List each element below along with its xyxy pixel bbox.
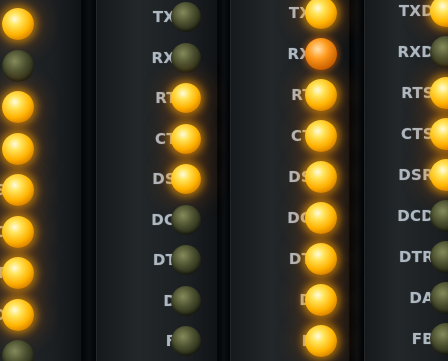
status-led-icon [171, 123, 201, 154]
indicator-row: B [0, 340, 82, 361]
indicator-row: RXD [230, 38, 350, 70]
signal-label: TXD [398, 2, 434, 20]
panel-gap-3 [350, 0, 364, 361]
status-led-icon [2, 174, 34, 206]
indicator-row: D [0, 49, 82, 82]
indicator-row: SR [0, 174, 82, 206]
status-led-icon [2, 132, 34, 165]
indicator-row: DCD [230, 202, 350, 234]
indicator-row: RXD [96, 42, 218, 73]
status-led-icon [171, 326, 201, 356]
indicator-row: D [0, 8, 82, 40]
indicator-panel-1: DDSSSRCDTRDAB [0, 0, 82, 361]
indicator-row: DA [96, 285, 218, 316]
status-led-icon [171, 164, 201, 194]
signal-label: DCD [397, 207, 434, 225]
indicator-row: TR [0, 257, 82, 289]
indicator-row: DSR [96, 164, 218, 194]
indicator-row: TXD [364, 0, 448, 27]
signal-label: DA [409, 289, 434, 307]
signal-label: RXD [397, 43, 434, 61]
indicator-panel-3: TXD RXD RTS CTS DSR DCD DTR DA FB [230, 0, 350, 361]
indicator-row: DSR [364, 159, 448, 191]
status-led-icon [305, 202, 337, 234]
indicator-row: DCD [96, 204, 218, 235]
status-led-icon [305, 325, 337, 357]
indicator-row: DCD [364, 200, 448, 232]
status-led-icon [171, 42, 201, 73]
indicator-row: DSR [230, 161, 350, 193]
indicator-row: DA [0, 298, 82, 331]
indicator-row: TXD [230, 0, 350, 29]
indicator-panel-4: TXD RXD RTS CTS DSR DCD DTR DA FB [364, 0, 448, 361]
status-led-icon [305, 0, 337, 29]
status-led-icon [2, 257, 34, 289]
indicator-row: S [0, 132, 82, 165]
indicator-row: RTS [96, 83, 218, 113]
indicator-row: CTS [364, 118, 448, 150]
status-led-icon [305, 243, 337, 275]
signal-label: DTR [398, 248, 434, 266]
status-led-icon [171, 245, 201, 275]
status-led-icon [2, 8, 34, 40]
indicator-row: FB [230, 325, 350, 357]
indicator-row: CTS [230, 120, 350, 152]
panel-gap-1 [82, 0, 96, 361]
panel-gap-2 [218, 0, 230, 361]
signal-label: FB [411, 330, 434, 348]
status-led-icon [171, 83, 201, 113]
indicator-row: DA [230, 284, 350, 316]
status-led-icon [305, 79, 337, 111]
status-led-icon [305, 161, 337, 193]
indicator-row: DTR [364, 241, 448, 273]
status-led-icon [305, 38, 337, 70]
indicator-row: RXD [364, 36, 448, 68]
status-led-icon [2, 298, 34, 331]
indicator-panel-2: TXD RXD RTS CTS DSR DCD DTR DA FB [96, 0, 218, 361]
indicator-row: FB [96, 326, 218, 356]
indicator-row: RTS [364, 77, 448, 109]
status-led-icon [305, 120, 337, 152]
status-led-icon [2, 215, 34, 248]
indicator-row: FB [364, 323, 448, 355]
signal-label: CTS [401, 125, 434, 143]
indicator-row: TXD [96, 2, 218, 32]
indicator-row: RTS [230, 79, 350, 111]
serial-status-indicator-photo: DDSSSRCDTRDABTXDRXDRTSCTSDSRDCDDTRDAFBTX… [0, 0, 448, 361]
status-led-icon [171, 285, 201, 316]
status-led-icon [171, 204, 201, 235]
indicator-row: S [0, 91, 82, 123]
status-led-icon [171, 2, 201, 32]
status-led-icon [2, 91, 34, 123]
indicator-row: CD [0, 215, 82, 248]
indicator-row: CTS [96, 123, 218, 154]
indicator-row: DA [364, 282, 448, 314]
signal-label: RTS [401, 84, 434, 102]
status-led-icon [305, 284, 337, 316]
status-led-icon [2, 49, 34, 82]
signal-label: DSR [398, 166, 434, 184]
indicator-row: DTR [96, 245, 218, 275]
status-led-icon [2, 340, 34, 361]
indicator-row: DTR [230, 243, 350, 275]
